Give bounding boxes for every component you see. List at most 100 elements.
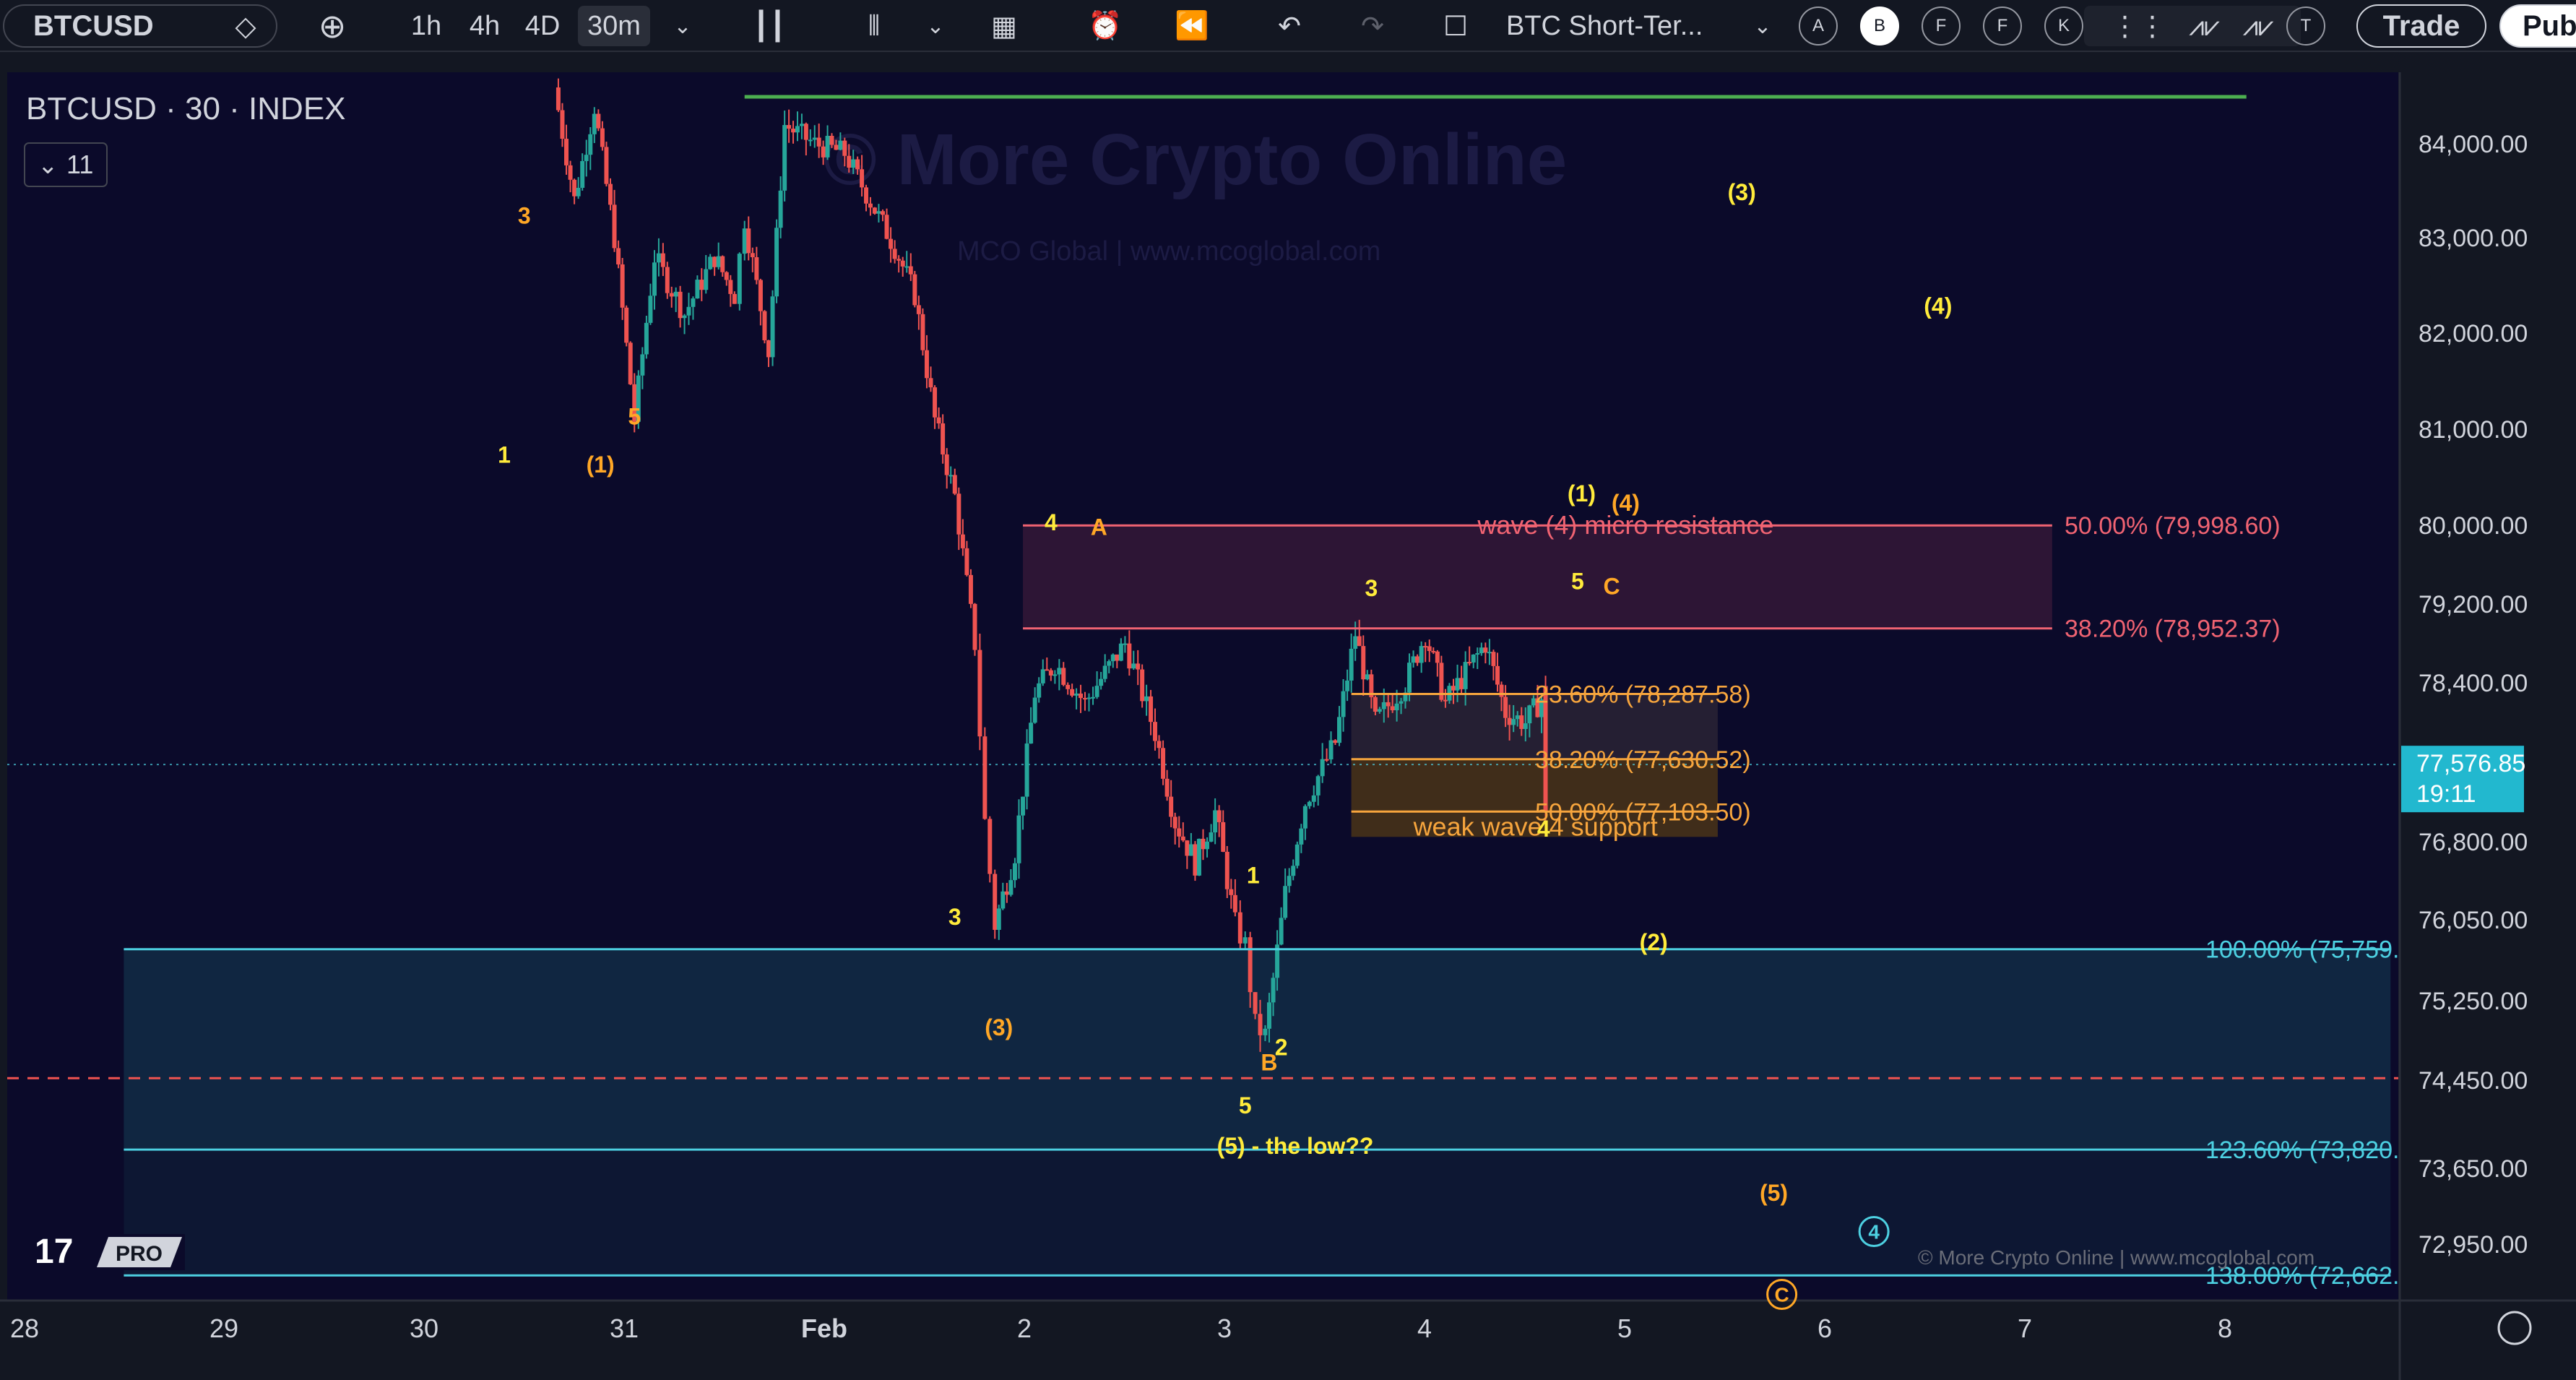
top-toolbar: BTCUSD ◇ ⊕ 1h 4h 4D 30m ⌄ ┃┃ ⫴ ⌄ ▦ ⏰ ⏪ ↶…: [0, 0, 2576, 52]
price-tick-label: 75,250.00: [2419, 988, 2528, 1015]
toolbar-button-f2[interactable]: F: [1983, 7, 2022, 46]
publish-button[interactable]: Pub: [2499, 4, 2576, 48]
candle-body: [1511, 719, 1516, 725]
candle-body: [900, 260, 905, 267]
candle-body: [624, 307, 629, 343]
candle-body: [1390, 706, 1395, 711]
interval-label: 4h: [469, 10, 501, 41]
drag-handle-toolbar[interactable]: ⋮⋮ ⩘⩗ ⩘⩗: [2084, 6, 2301, 46]
chevron-down-icon[interactable]: ⌄: [917, 6, 954, 46]
candle-body: [770, 296, 775, 358]
candle-body: [1048, 670, 1053, 676]
fib-level-label: 38.20% (78,952.37): [2065, 616, 2281, 643]
chevron-down-icon[interactable]: ⌄: [661, 6, 704, 46]
candle-body: [1295, 844, 1300, 866]
candle-body: [876, 211, 881, 214]
candle-body: [1467, 662, 1472, 664]
candle-body: [1016, 815, 1021, 863]
candle-body: [1258, 1014, 1263, 1035]
candle-body: [716, 256, 721, 267]
wave-label: C: [1774, 1284, 1789, 1306]
last-price-label: 77,576.85: [2416, 750, 2525, 777]
replay-icon[interactable]: ⏪: [1170, 6, 1214, 46]
candles-icon[interactable]: ┃┃: [748, 6, 791, 46]
candle-body: [851, 159, 856, 168]
candle-body: [812, 137, 817, 140]
interval-4d[interactable]: 4D: [517, 6, 568, 46]
candle-body: [928, 378, 933, 388]
candle-body: [746, 228, 751, 254]
indicators-icon[interactable]: ⫴: [849, 6, 899, 46]
interval-4h[interactable]: 4h: [459, 6, 510, 46]
candle-body: [868, 203, 873, 208]
candle-body: [1057, 668, 1062, 675]
candle-body: [787, 125, 792, 129]
candle-body: [608, 184, 613, 205]
candle-body: [1328, 740, 1334, 760]
candle-body: [1519, 715, 1524, 729]
time-axis-area[interactable]: [0, 1301, 2576, 1380]
candle-body: [1040, 669, 1045, 683]
candle-body: [1021, 796, 1026, 816]
undo-icon[interactable]: ↶: [1268, 6, 1311, 46]
candle-body: [572, 179, 577, 197]
candle-body: [1123, 643, 1128, 645]
time-tick-label: 5: [1617, 1314, 1632, 1343]
candle-body: [750, 253, 755, 258]
alert-icon[interactable]: ⏰: [1084, 6, 1127, 46]
layout-name[interactable]: BTC Short-Ter...: [1506, 6, 1723, 46]
candle-body: [1157, 741, 1162, 749]
candle-body: [1099, 678, 1104, 686]
candle-body: [821, 146, 826, 158]
candle-body: [560, 110, 565, 139]
candle-body: [1136, 663, 1141, 670]
candle-body: [1353, 636, 1358, 649]
candle-body: [1205, 841, 1210, 850]
layout-square-icon[interactable]: ☐: [1434, 6, 1477, 46]
candle-body: [838, 140, 843, 150]
candle-body: [1144, 696, 1149, 702]
candle-body: [1423, 646, 1428, 648]
interval-1h[interactable]: 1h: [405, 6, 448, 46]
candle-body: [1503, 697, 1508, 718]
toolbar-button-t[interactable]: T: [2286, 7, 2325, 46]
candle-body: [1373, 697, 1378, 712]
candle-body: [708, 256, 713, 269]
candle-body: [584, 155, 589, 161]
chevron-down-icon[interactable]: ⌄: [1745, 6, 1781, 46]
toolbar-button-a[interactable]: A: [1799, 7, 1838, 46]
templates-icon[interactable]: ▦: [982, 6, 1026, 46]
price-chart[interactable]: © More Crypto Online MCO Global | www.mc…: [0, 52, 2576, 1380]
time-tick-label: 3: [1217, 1314, 1232, 1343]
candle-body: [1487, 652, 1492, 654]
toolbar-button-f1[interactable]: F: [1922, 7, 1961, 46]
candle-body: [686, 306, 691, 316]
candle-body: [1386, 702, 1391, 707]
candle-body: [1337, 717, 1342, 743]
wave-label: 3: [1365, 575, 1378, 601]
candle-body: [1024, 743, 1029, 797]
plus-icon[interactable]: ⊕: [311, 6, 354, 46]
candle-body: [737, 254, 742, 304]
toolbar-button-k[interactable]: K: [2044, 7, 2083, 46]
candle-body: [1357, 636, 1362, 647]
gem-icon[interactable]: ◇: [224, 6, 267, 46]
wave-label: 5: [1239, 1092, 1252, 1118]
wave-label: 1: [1247, 863, 1260, 889]
candle-body: [1177, 828, 1182, 837]
redo-icon[interactable]: ↷: [1351, 6, 1394, 46]
trade-button[interactable]: Trade: [2356, 4, 2486, 48]
button-label: A: [1812, 16, 1824, 35]
candle-body: [1479, 647, 1484, 654]
candle-body: [1232, 894, 1237, 913]
candle-body: [1361, 646, 1366, 680]
interval-30m[interactable]: 30m: [578, 6, 650, 46]
candle-body: [808, 139, 813, 142]
candle-body: [1180, 836, 1185, 841]
candle-body: [968, 574, 973, 604]
price-tick-label: 78,400.00: [2419, 670, 2528, 697]
candle-body: [872, 207, 877, 214]
candle-body: [795, 126, 800, 133]
toolbar-button-b[interactable]: B: [1860, 7, 1899, 46]
candle-body: [941, 423, 946, 454]
